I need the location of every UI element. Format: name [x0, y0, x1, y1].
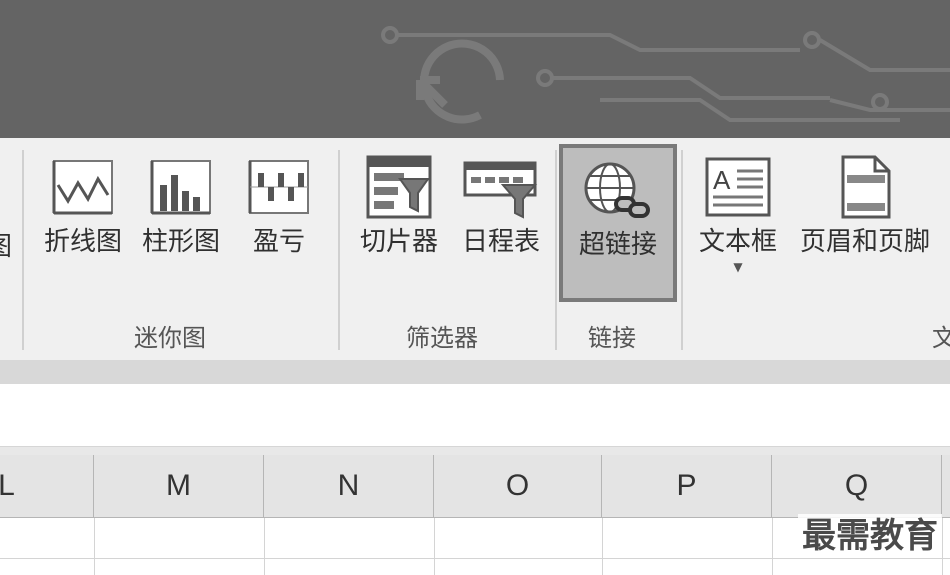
column-header-o[interactable]: O [434, 455, 602, 517]
column-header-p[interactable]: P [602, 455, 772, 517]
grid-line [602, 518, 603, 575]
header-footer-icon [841, 155, 891, 219]
grid-line [0, 558, 950, 559]
textbox-button[interactable]: A 文本框 ▼ [692, 155, 784, 273]
column-sparkline-label: 柱形图 [141, 227, 220, 257]
hyperlink-button[interactable]: 超链接 [559, 144, 677, 302]
grid-line [942, 518, 943, 575]
timeline-button[interactable]: 日程表 [454, 155, 548, 257]
grid-line [434, 518, 435, 575]
hyperlink-label: 超链接 [578, 230, 657, 260]
hyperlink-globe-icon [584, 162, 650, 218]
slicer-label: 切片器 [359, 227, 438, 257]
grid-line [772, 518, 773, 575]
line-sparkline-label: 折线图 [43, 227, 122, 257]
sparklines-group-label: 迷你图 [134, 324, 206, 352]
column-sparkline-icon [150, 160, 211, 215]
column-headers: L M N O P Q [0, 455, 950, 518]
watermark-text: 最需教育 [798, 514, 942, 558]
line-sparkline-icon [52, 160, 113, 215]
grid-line [94, 518, 95, 575]
svg-text:A: A [713, 165, 731, 195]
header-footer-button[interactable]: 页眉和页脚 [790, 155, 940, 257]
column-header-m[interactable]: M [94, 455, 264, 517]
textbox-icon: A [705, 157, 771, 217]
text-group-label-partial: 文 [932, 324, 950, 352]
header-footer-label: 页眉和页脚 [799, 227, 930, 257]
formula-bar-gap [0, 447, 950, 455]
circuit-decoration [381, 26, 950, 124]
ribbon-button-partial[interactable]: 图 [0, 232, 12, 262]
slicer-button[interactable]: 切片器 [352, 155, 446, 257]
excel-window: 图 折线图 柱形图 [0, 0, 950, 575]
grid-line [264, 518, 265, 575]
winloss-sparkline-icon [248, 160, 309, 214]
winloss-sparkline-label: 盈亏 [252, 227, 305, 257]
group-separator [681, 150, 683, 350]
ribbon-bottom-edge [0, 360, 950, 384]
textbox-dropdown-icon[interactable]: ▼ [733, 261, 742, 273]
logo-mark [416, 39, 504, 124]
column-sparkline-button[interactable]: 柱形图 [136, 155, 226, 257]
column-header-q[interactable]: Q [772, 455, 942, 517]
group-separator [22, 150, 24, 350]
title-banner [0, 0, 950, 138]
group-separator [555, 150, 557, 350]
links-group-label: 链接 [588, 324, 636, 352]
formula-bar-area[interactable] [0, 384, 950, 447]
filters-group-label: 筛选器 [406, 324, 478, 352]
textbox-label: 文本框 [698, 227, 777, 257]
winloss-sparkline-button[interactable]: 盈亏 [234, 155, 324, 257]
column-header-l[interactable]: L [0, 455, 94, 517]
group-separator [338, 150, 340, 350]
slicer-icon [366, 155, 432, 219]
timeline-icon [463, 161, 538, 219]
timeline-label: 日程表 [461, 227, 540, 257]
line-sparkline-button[interactable]: 折线图 [38, 155, 128, 257]
column-header-n[interactable]: N [264, 455, 434, 517]
partial-label: 图 [0, 232, 12, 262]
